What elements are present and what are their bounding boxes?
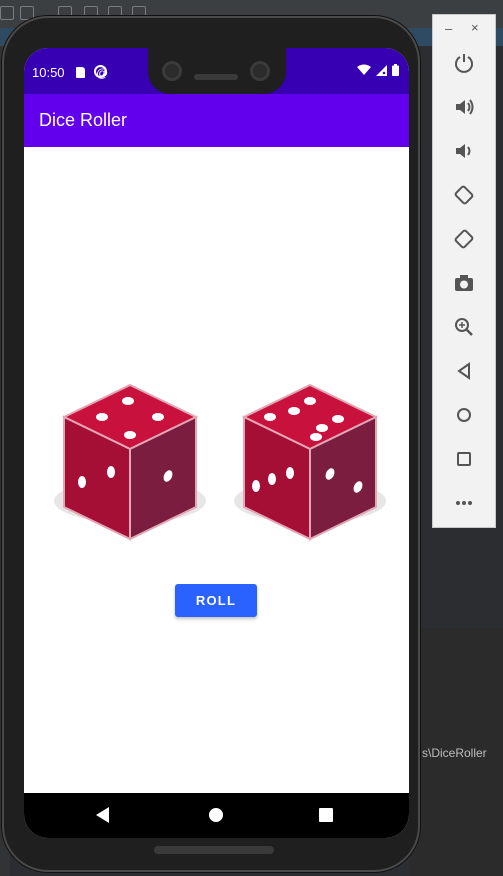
- battery-icon: [392, 64, 399, 76]
- power-icon: [455, 54, 473, 73]
- zoom-button[interactable]: [449, 312, 479, 342]
- front-sensor-icon: [250, 61, 270, 81]
- camera-notch: [148, 48, 286, 94]
- power-button[interactable]: [449, 48, 479, 78]
- phone-screen: 10:50 @ Dice Roller ROLL: [24, 48, 409, 838]
- rotate-left-button[interactable]: [449, 180, 479, 210]
- sd-card-icon: [76, 67, 85, 78]
- roll-button[interactable]: ROLL: [175, 584, 257, 617]
- rotate-right-icon: [454, 229, 474, 249]
- home-icon: [457, 408, 471, 422]
- close-button[interactable]: ×: [471, 20, 479, 35]
- back-button[interactable]: [449, 356, 479, 386]
- die-image-2: [234, 383, 386, 541]
- app-title: Dice Roller: [39, 110, 128, 130]
- emulator-toolbar: – ×: [432, 14, 496, 528]
- back-icon: [457, 362, 470, 380]
- phone-frame: 10:50 @ Dice Roller ROLL: [2, 16, 420, 872]
- volume-up-button[interactable]: [449, 92, 479, 122]
- zoom-icon: [455, 318, 473, 336]
- rotate-right-button[interactable]: [449, 224, 479, 254]
- nav-home-icon[interactable]: [209, 808, 223, 822]
- overview-icon: [457, 452, 471, 466]
- die-image-1: [54, 383, 206, 541]
- more-button[interactable]: [449, 488, 479, 518]
- rotate-left-icon: [454, 185, 474, 205]
- toolbar-icon[interactable]: [0, 6, 14, 20]
- nav-recents-icon[interactable]: [319, 808, 333, 822]
- volume-up-icon: [456, 99, 474, 115]
- nav-back-icon[interactable]: [96, 807, 109, 823]
- bottom-speaker: [154, 846, 274, 854]
- system-nav-bar: [24, 793, 409, 838]
- earpiece-speaker: [194, 74, 238, 80]
- status-time: 10:50: [32, 65, 65, 80]
- front-camera-icon: [162, 61, 182, 81]
- wifi-icon: [357, 64, 371, 75]
- minimize-button[interactable]: –: [445, 21, 452, 36]
- status-icons: [357, 64, 399, 76]
- overview-button[interactable]: [449, 444, 479, 474]
- volume-down-button[interactable]: [449, 136, 479, 166]
- home-button[interactable]: [449, 400, 479, 430]
- ide-path-text: s\DiceRoller: [422, 746, 487, 760]
- data-saver-icon: @: [94, 65, 109, 80]
- signal-icon: [376, 64, 387, 76]
- camera-icon: [455, 275, 473, 291]
- volume-down-icon: [456, 144, 471, 158]
- more-icon: [456, 501, 472, 505]
- screenshot-button[interactable]: [449, 268, 479, 298]
- app-bar: Dice Roller: [24, 94, 409, 147]
- emulator-toolbar-header: – ×: [433, 15, 497, 45]
- main-content: ROLL: [24, 147, 409, 793]
